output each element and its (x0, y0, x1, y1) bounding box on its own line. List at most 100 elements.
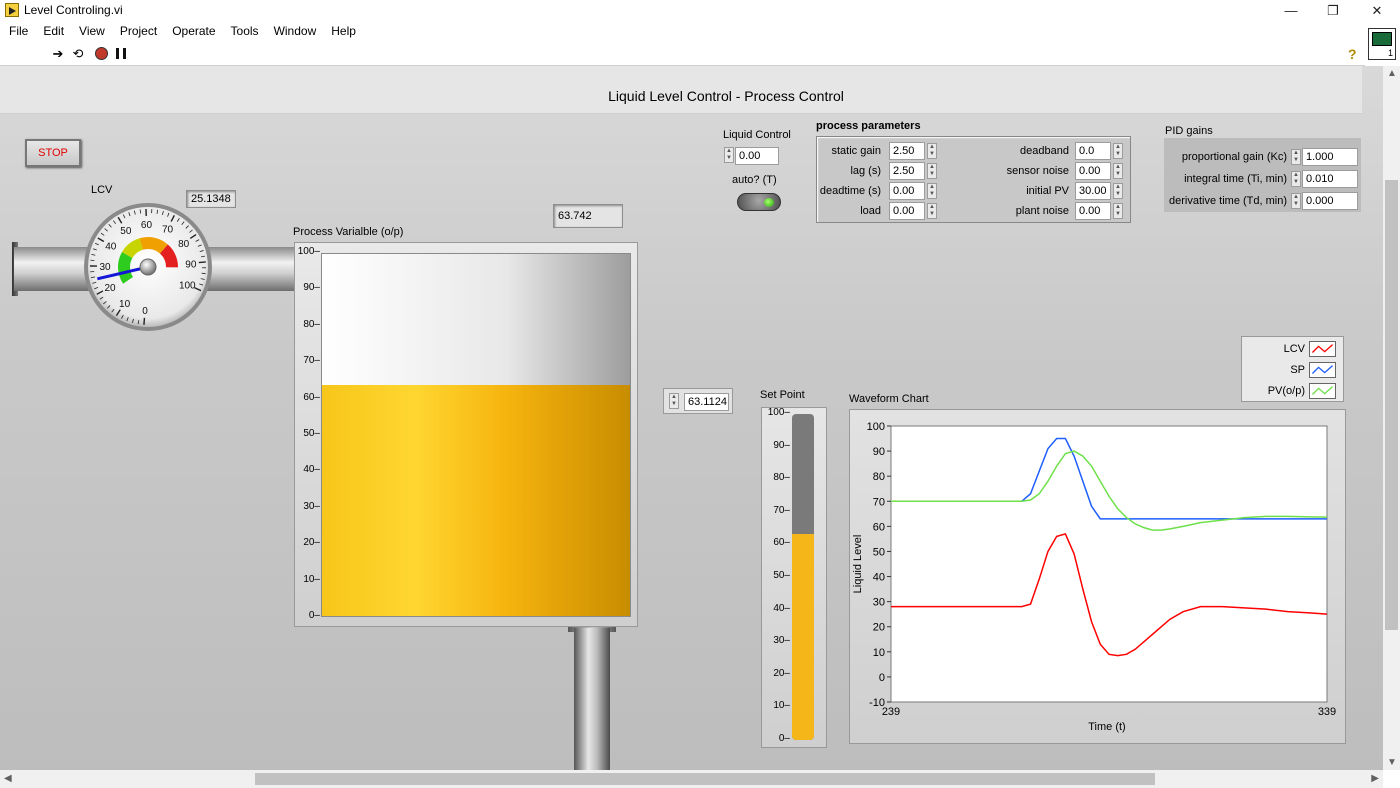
static-gain-spinner[interactable]: ▲▼ (927, 143, 937, 159)
sp-numeric-input[interactable]: 63.1124 (684, 393, 729, 411)
y-axis: 1009080706050403020100-10 (867, 421, 891, 709)
initial-pv-input[interactable]: 30.00 (1075, 182, 1111, 200)
sp-increment-decrement[interactable]: ▲▼ (669, 393, 679, 409)
y-tick-label-50: 50 (873, 546, 885, 558)
plant-noise-input[interactable]: 0.00 (1075, 202, 1111, 220)
ti-input[interactable]: 0.010 (1302, 170, 1358, 188)
deadtime-input[interactable]: 0.00 (889, 182, 925, 200)
kc-input[interactable]: 1.000 (1302, 148, 1358, 166)
close-button[interactable]: ✕ (1354, 0, 1400, 22)
abort-icon[interactable] (95, 47, 108, 60)
kc-spinner[interactable]: ▲▼ (1291, 149, 1301, 165)
vertical-scrollbar[interactable]: ▲ ▼ (1383, 66, 1400, 770)
liquid-control-spinner[interactable]: ▲▼ (724, 147, 734, 163)
sp-scale-tick-30: 30– (773, 635, 790, 646)
lag-spinner[interactable]: ▲▼ (927, 163, 937, 179)
load-label: load (817, 205, 881, 217)
x-tick-label-339: 339 (1318, 706, 1336, 718)
scroll-down-icon[interactable]: ▼ (1387, 757, 1397, 768)
context-help-icon[interactable]: ? (1348, 46, 1357, 62)
y-tick-label-60: 60 (873, 521, 885, 533)
liquid-control-input[interactable]: 0.00 (735, 147, 779, 165)
setpoint-slider[interactable] (792, 414, 814, 740)
gauge-label-20: 20 (104, 283, 116, 294)
sp-scale-tick-50: 50– (773, 570, 790, 581)
run-continuously-icon[interactable]: ⟲ (70, 46, 86, 62)
sensor-noise-input[interactable]: 0.00 (1075, 162, 1111, 180)
scroll-right-icon[interactable]: ▶ (1371, 773, 1379, 784)
vertical-scroll-thumb[interactable] (1385, 180, 1398, 630)
sp-scale-tick-90: 90– (773, 440, 790, 451)
menu-project[interactable]: Project (111, 22, 163, 42)
deadtime-spinner[interactable]: ▲▼ (927, 183, 937, 199)
tank-scale-tick-50: 50– (303, 428, 320, 439)
x-tick-label-239: 239 (882, 706, 900, 718)
menu-tools[interactable]: Tools (222, 22, 265, 42)
gauge-label-50: 50 (120, 226, 132, 237)
minimize-button[interactable]: — (1268, 0, 1314, 22)
y-tick-label-0: 0 (879, 672, 885, 684)
tank-scale: 100–90–80–70–60–50–40–30–20–10–0– (296, 253, 320, 617)
gauge-label-90: 90 (185, 259, 197, 270)
menu-view[interactable]: View (70, 22, 111, 42)
sensor-noise-spinner[interactable]: ▲▼ (1113, 163, 1123, 179)
pause-icon[interactable] (116, 48, 126, 59)
setpoint-scale: 100–90–80–70–60–50–40–30–20–10–0– (762, 414, 790, 740)
legend-row-sp: SP (1242, 360, 1343, 381)
restore-button[interactable]: ❐ (1310, 0, 1356, 22)
chart-legend[interactable]: LCV SP PV(o/p) (1241, 336, 1344, 402)
deadband-spinner[interactable]: ▲▼ (1113, 143, 1123, 159)
sp-scale-tick-60: 60– (773, 537, 790, 548)
plant-noise-spinner[interactable]: ▲▼ (1113, 203, 1123, 219)
sp-scale-tick-100: 100– (768, 407, 790, 418)
run-arrow-icon[interactable]: ➔ (50, 46, 66, 62)
setpoint-slider-fill (792, 534, 814, 740)
menu-window[interactable]: Window (265, 22, 323, 42)
gauge-hub (140, 259, 156, 275)
legend-label-lcv: LCV (1284, 343, 1305, 355)
deadband-input[interactable]: 0.0 (1075, 142, 1111, 160)
scroll-left-icon[interactable]: ◀ (4, 773, 12, 784)
sp-scale-tick-80: 80– (773, 472, 790, 483)
menu-operate[interactable]: Operate (163, 22, 221, 42)
initial-pv-label: initial PV (967, 185, 1069, 197)
menu-edit[interactable]: Edit (34, 22, 70, 42)
initial-pv-spinner[interactable]: ▲▼ (1113, 183, 1123, 199)
legend-label-pv: PV(o/p) (1268, 385, 1305, 397)
deadtime-label: deadtime (s) (817, 185, 881, 197)
sensor-noise-label: sensor noise (967, 165, 1069, 177)
legend-row-lcv: LCV (1242, 339, 1343, 360)
gauge-tick-90 (199, 262, 206, 263)
td-label: derivative time (Td, min) (1164, 195, 1287, 207)
menu-file[interactable]: File (0, 22, 34, 42)
load-input[interactable]: 0.00 (889, 202, 925, 220)
lag-input[interactable]: 2.50 (889, 162, 925, 180)
horizontal-scroll-thumb[interactable] (255, 773, 1155, 785)
menu-bar: File Edit View Project Operate Tools Win… (0, 22, 1400, 42)
gauge-label-80: 80 (178, 239, 190, 250)
legend-swatch-lcv (1309, 341, 1336, 357)
scroll-up-icon[interactable]: ▲ (1387, 68, 1397, 79)
horizontal-scrollbar[interactable]: ◀ ▶ (0, 770, 1383, 788)
static-gain-input[interactable]: 2.50 (889, 142, 925, 160)
auto-toggle[interactable] (737, 193, 781, 211)
tank-scale-tick-10: 10– (303, 574, 320, 585)
stop-button[interactable]: STOP (25, 139, 81, 167)
gauge-label-0: 0 (142, 306, 148, 317)
outlet-pipe (574, 628, 610, 770)
menu-help[interactable]: Help (322, 22, 362, 42)
lcv-gauge[interactable]: 0102030405060708090100 (82, 201, 214, 333)
gauge-label-100: 100 (179, 280, 196, 291)
waveform-chart[interactable]: 1009080706050403020100-10 239339 Liquid … (849, 409, 1346, 744)
tank-scale-tick-20: 20– (303, 537, 320, 548)
td-spinner[interactable]: ▲▼ (1291, 193, 1301, 209)
pv-value-indicator: 63.742 (553, 204, 623, 228)
process-parameters-cluster: static gain lag (s) deadtime (s) load 2.… (816, 136, 1131, 223)
load-spinner[interactable]: ▲▼ (927, 203, 937, 219)
lcv-label: LCV (91, 184, 112, 196)
td-input[interactable]: 0.000 (1302, 192, 1358, 210)
ti-spinner[interactable]: ▲▼ (1291, 171, 1301, 187)
sp-scale-tick-70: 70– (773, 505, 790, 516)
vi-icon[interactable]: 1 (1368, 28, 1396, 60)
pv-label: Process Varialble (o/p) (293, 226, 403, 238)
